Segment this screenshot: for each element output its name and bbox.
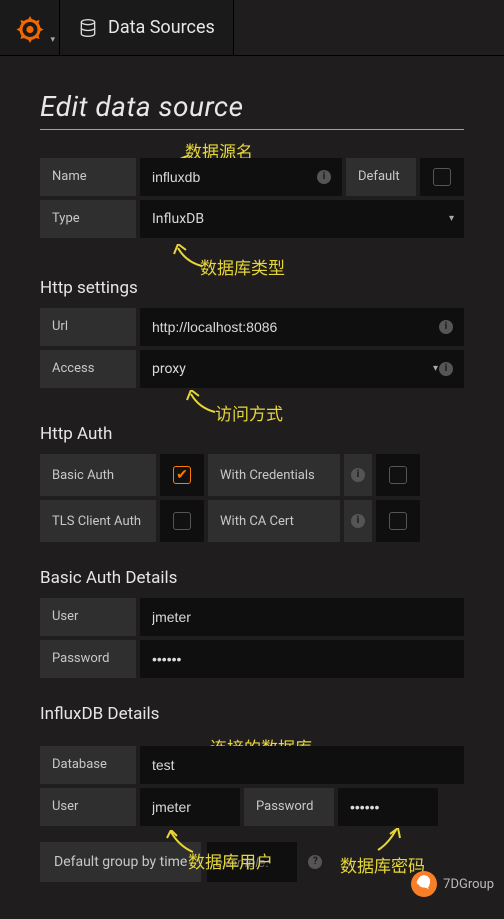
tls-client-auth-label: TLS Client Auth: [40, 500, 156, 542]
ba-user-row: User: [40, 598, 464, 636]
influx-user-field: [140, 788, 240, 826]
info-icon[interactable]: i: [434, 362, 458, 376]
title-underline: [40, 129, 464, 130]
http-settings-title: Http settings: [40, 278, 464, 298]
info-icon[interactable]: i: [344, 454, 372, 496]
name-input[interactable]: [152, 158, 330, 196]
basic-auth-label: Basic Auth: [40, 454, 156, 496]
access-label: Access: [40, 350, 136, 388]
influx-db-input[interactable]: [152, 746, 452, 784]
type-row: Type InfluxDB ▾: [40, 200, 464, 238]
annotation-arrow: [185, 390, 225, 420]
type-value: InfluxDB: [152, 200, 204, 238]
ba-user-input[interactable]: [152, 598, 452, 636]
ba-user-field: [140, 598, 464, 636]
influx-user-row: User Password: [40, 788, 464, 826]
group-by-field: [207, 842, 297, 882]
info-icon[interactable]: ?: [303, 855, 327, 869]
influx-user-label: User: [40, 788, 136, 826]
type-label: Type: [40, 200, 136, 238]
breadcrumb[interactable]: Data Sources: [60, 0, 234, 55]
grafana-logo-menu[interactable]: ▾: [0, 0, 60, 55]
group-by-label: Default group by time: [40, 842, 201, 882]
default-checkbox[interactable]: [433, 168, 451, 186]
info-icon[interactable]: i: [312, 170, 336, 184]
group-by-row: Default group by time ?: [40, 842, 464, 882]
influx-db-field: [140, 746, 464, 784]
wechat-icon: [411, 871, 437, 897]
with-ca-cert-check-cell: [376, 500, 420, 542]
basic-auth-details-title: Basic Auth Details: [40, 568, 464, 588]
name-field-wrap: i: [140, 158, 342, 196]
influx-details-title: InfluxDB Details: [40, 704, 464, 724]
info-icon[interactable]: i: [434, 320, 458, 334]
database-icon: [78, 18, 98, 38]
with-credentials-check-cell: [376, 454, 420, 496]
with-ca-cert-checkbox[interactable]: [389, 512, 407, 530]
influx-password-label: Password: [244, 788, 334, 826]
ba-password-label: Password: [40, 640, 136, 678]
influx-db-label: Database: [40, 746, 136, 784]
url-input[interactable]: [152, 308, 452, 346]
ba-password-row: Password: [40, 640, 464, 678]
access-value: proxy: [152, 350, 186, 388]
name-label: Name: [40, 158, 136, 196]
type-select[interactable]: InfluxDB ▾: [140, 200, 464, 238]
watermark-text: 7DGroup: [443, 877, 494, 892]
with-credentials-label: With Credentials: [208, 454, 340, 496]
page-title: Edit data source: [40, 90, 464, 123]
tls-client-auth-checkbox[interactable]: [173, 512, 191, 530]
url-label: Url: [40, 308, 136, 346]
chevron-down-icon: ▾: [50, 35, 55, 45]
influx-password-input[interactable]: [350, 788, 426, 826]
chevron-down-icon: ▾: [449, 200, 454, 238]
annotation-access: 访问方式: [215, 400, 283, 425]
ba-password-input[interactable]: [152, 640, 452, 678]
url-field-wrap: i: [140, 308, 464, 346]
with-credentials-checkbox[interactable]: [389, 466, 407, 484]
grafana-logo-icon: [15, 13, 45, 43]
breadcrumb-label: Data Sources: [108, 17, 215, 38]
influx-db-row: Database: [40, 746, 464, 784]
group-by-input[interactable]: [215, 855, 289, 870]
annotation-arrow: [172, 244, 212, 274]
default-label: Default: [346, 158, 416, 196]
top-bar: ▾ Data Sources: [0, 0, 504, 56]
ba-password-field: [140, 640, 464, 678]
tls-client-auth-check-cell: [160, 500, 204, 542]
basic-auth-checkbox[interactable]: [173, 466, 191, 484]
default-checkbox-cell: [420, 158, 464, 196]
access-row: Access proxy ▾ i: [40, 350, 464, 388]
auth-row-1: Basic Auth With Credentials i: [40, 454, 464, 496]
influx-user-input[interactable]: [152, 788, 228, 826]
ba-user-label: User: [40, 598, 136, 636]
url-row: Url i: [40, 308, 464, 346]
info-icon[interactable]: i: [344, 500, 372, 542]
influx-password-field: [338, 788, 438, 826]
with-ca-cert-label: With CA Cert: [208, 500, 340, 542]
access-select[interactable]: proxy ▾ i: [140, 350, 464, 388]
auth-row-2: TLS Client Auth With CA Cert i: [40, 500, 464, 542]
name-row: Name i Default: [40, 158, 464, 196]
basic-auth-check-cell: [160, 454, 204, 496]
http-auth-title: Http Auth: [40, 424, 464, 444]
annotation-type: 数据库类型: [200, 254, 285, 279]
watermark: 7DGroup: [411, 871, 494, 897]
